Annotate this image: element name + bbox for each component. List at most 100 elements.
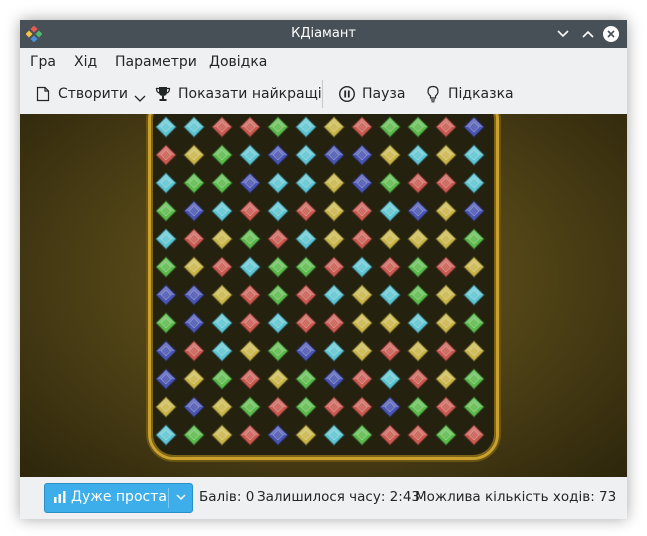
gem[interactable] xyxy=(295,200,317,222)
gem[interactable] xyxy=(379,368,401,390)
gem[interactable] xyxy=(155,172,177,194)
gem[interactable] xyxy=(155,228,177,250)
gem[interactable] xyxy=(295,228,317,250)
gem[interactable] xyxy=(239,116,261,138)
gem[interactable] xyxy=(183,144,205,166)
gem[interactable] xyxy=(295,340,317,362)
gem[interactable] xyxy=(267,116,289,138)
gem[interactable] xyxy=(351,312,373,334)
gem[interactable] xyxy=(239,256,261,278)
gem[interactable] xyxy=(323,256,345,278)
gem[interactable] xyxy=(267,172,289,194)
gem[interactable] xyxy=(267,312,289,334)
gem[interactable] xyxy=(183,368,205,390)
gem[interactable] xyxy=(435,368,457,390)
gem[interactable] xyxy=(435,228,457,250)
gem[interactable] xyxy=(295,116,317,138)
gem[interactable] xyxy=(435,116,457,138)
gem[interactable] xyxy=(435,256,457,278)
gem[interactable] xyxy=(463,340,485,362)
gem[interactable] xyxy=(211,284,233,306)
gem[interactable] xyxy=(267,284,289,306)
gem[interactable] xyxy=(323,284,345,306)
new-game-button[interactable]: Створити xyxy=(34,84,146,104)
gem[interactable] xyxy=(155,396,177,418)
gem[interactable] xyxy=(463,228,485,250)
gem[interactable] xyxy=(407,396,429,418)
gem[interactable] xyxy=(211,424,233,446)
gem[interactable] xyxy=(155,144,177,166)
gem[interactable] xyxy=(267,228,289,250)
gem[interactable] xyxy=(323,368,345,390)
gem[interactable] xyxy=(407,228,429,250)
gem[interactable] xyxy=(463,396,485,418)
gem[interactable] xyxy=(351,396,373,418)
gem[interactable] xyxy=(211,396,233,418)
gem[interactable] xyxy=(435,340,457,362)
gem[interactable] xyxy=(295,368,317,390)
gem[interactable] xyxy=(267,144,289,166)
gem[interactable] xyxy=(267,256,289,278)
gem[interactable] xyxy=(351,340,373,362)
gem[interactable] xyxy=(155,424,177,446)
gem[interactable] xyxy=(463,424,485,446)
gem[interactable] xyxy=(155,116,177,138)
gem[interactable] xyxy=(323,200,345,222)
gem[interactable] xyxy=(463,116,485,138)
gem[interactable] xyxy=(407,312,429,334)
gem[interactable] xyxy=(379,200,401,222)
gem[interactable] xyxy=(239,228,261,250)
gem[interactable] xyxy=(239,396,261,418)
gem[interactable] xyxy=(435,424,457,446)
gem[interactable] xyxy=(351,200,373,222)
gem[interactable] xyxy=(379,116,401,138)
gem-grid[interactable] xyxy=(20,114,627,477)
gem[interactable] xyxy=(155,312,177,334)
gem[interactable] xyxy=(295,424,317,446)
gem[interactable] xyxy=(183,256,205,278)
gem[interactable] xyxy=(239,340,261,362)
gem[interactable] xyxy=(407,256,429,278)
gem[interactable] xyxy=(407,144,429,166)
gem[interactable] xyxy=(239,172,261,194)
gem[interactable] xyxy=(379,424,401,446)
gem[interactable] xyxy=(183,284,205,306)
gem[interactable] xyxy=(183,340,205,362)
gem[interactable] xyxy=(351,368,373,390)
gem[interactable] xyxy=(155,256,177,278)
title-bar[interactable]: КДіамант xyxy=(20,20,627,48)
gem[interactable] xyxy=(435,284,457,306)
gem[interactable] xyxy=(211,312,233,334)
gem[interactable] xyxy=(463,200,485,222)
gem[interactable] xyxy=(323,144,345,166)
gem[interactable] xyxy=(239,368,261,390)
gem[interactable] xyxy=(183,424,205,446)
gem[interactable] xyxy=(463,368,485,390)
gem[interactable] xyxy=(267,340,289,362)
gem[interactable] xyxy=(211,172,233,194)
close-button[interactable] xyxy=(601,24,621,44)
gem[interactable] xyxy=(323,228,345,250)
maximize-button[interactable] xyxy=(578,24,598,44)
gem[interactable] xyxy=(407,284,429,306)
gem[interactable] xyxy=(351,172,373,194)
gem[interactable] xyxy=(379,256,401,278)
gem[interactable] xyxy=(463,172,485,194)
gem[interactable] xyxy=(155,200,177,222)
gem[interactable] xyxy=(407,200,429,222)
gem[interactable] xyxy=(183,396,205,418)
gem[interactable] xyxy=(379,312,401,334)
gem[interactable] xyxy=(463,284,485,306)
gem[interactable] xyxy=(379,228,401,250)
gem[interactable] xyxy=(183,228,205,250)
menu-game[interactable]: Гра xyxy=(30,54,56,70)
gem[interactable] xyxy=(155,284,177,306)
gem[interactable] xyxy=(267,368,289,390)
gem[interactable] xyxy=(435,144,457,166)
menu-settings[interactable]: Параметри xyxy=(115,54,197,70)
gem[interactable] xyxy=(211,144,233,166)
gem[interactable] xyxy=(239,284,261,306)
gem[interactable] xyxy=(435,396,457,418)
gem[interactable] xyxy=(323,312,345,334)
gem[interactable] xyxy=(323,116,345,138)
